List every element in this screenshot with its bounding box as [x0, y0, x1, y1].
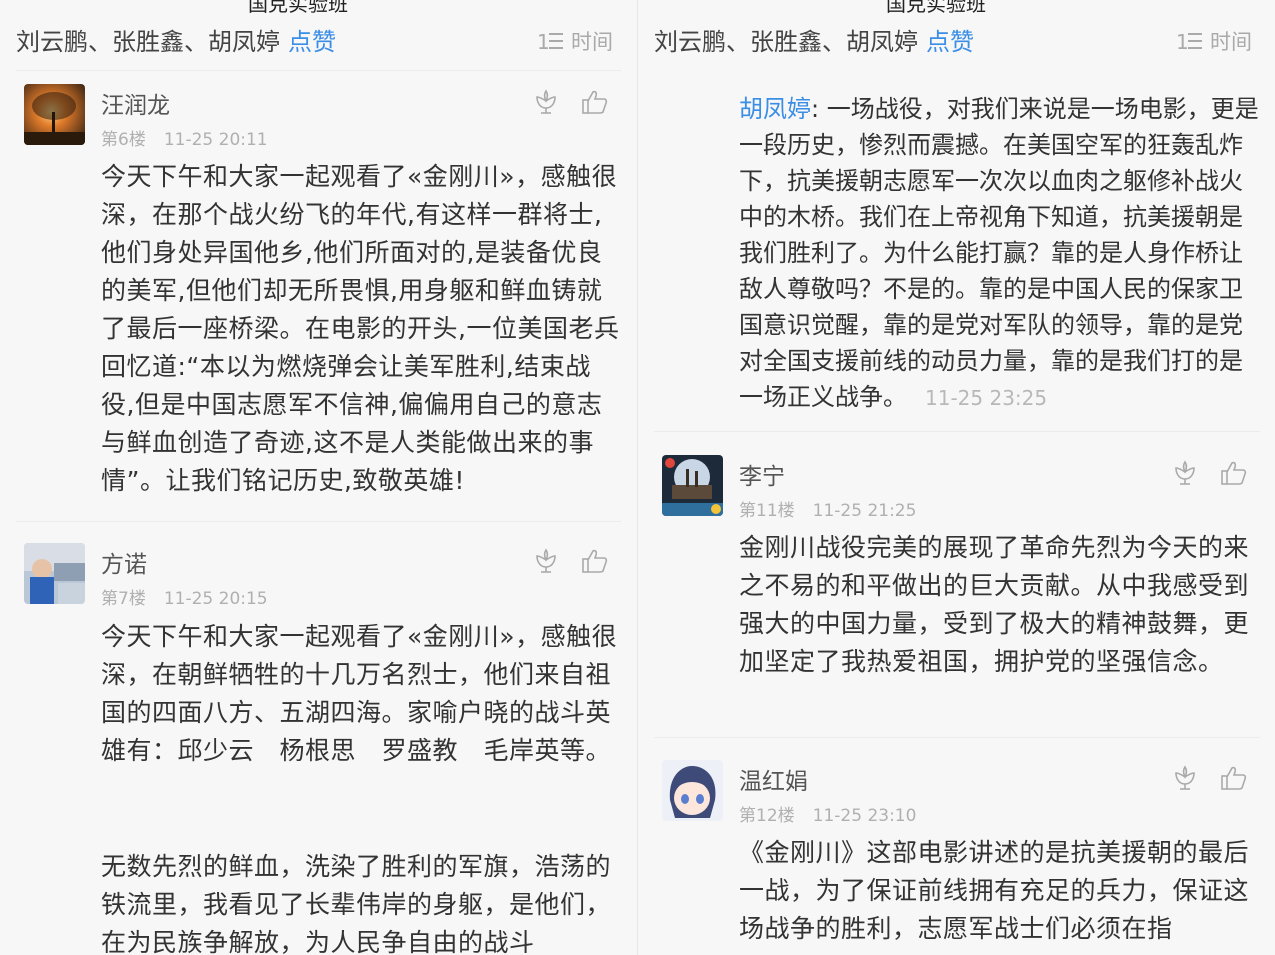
left-panel: 国克实验班 刘云鹏、张胜鑫、胡凤婷 点赞 1 时间 汪润龙 第6楼 11-25 20… — [0, 0, 637, 955]
likes-header: 刘云鹏、张胜鑫、胡凤婷 点赞 1 时间 — [0, 22, 637, 62]
comment-text: 金刚川战役完美的展现了革命先烈为今天的来之不易的和平做出的巨大贡献。从中我感受到… — [739, 533, 1250, 676]
comment-meta: 第7楼 11-25 20:15 — [101, 584, 268, 609]
likers-list: 刘云鹏、张胜鑫、胡凤婷 点赞 — [16, 22, 336, 57]
comment-time: 11-25 20:11 — [163, 130, 268, 150]
comment-author[interactable]: 李宁 — [739, 457, 785, 491]
flower-icon[interactable] — [1172, 764, 1198, 792]
comment-actions — [533, 547, 609, 575]
like-label[interactable]: 点赞 — [926, 28, 974, 56]
floor-number: 第12楼 — [739, 806, 795, 826]
reply-author[interactable]: 胡凤婷 — [739, 95, 811, 123]
avatar[interactable] — [662, 760, 723, 821]
divider — [16, 521, 621, 522]
comment-text-paragraph-2: 无数先烈的鲜血，洗染了胜利的军旗，浩荡的铁流里，我看见了长辈伟岸的身躯，是他们，… — [101, 852, 612, 955]
floor-number: 第6楼 — [101, 130, 146, 150]
likers-list: 刘云鹏、张胜鑫、胡凤婷 点赞 — [654, 22, 974, 57]
thumbs-up-icon[interactable] — [1220, 459, 1248, 487]
likers-names[interactable]: 刘云鹏、张胜鑫、胡凤婷 — [16, 28, 280, 56]
like-label[interactable]: 点赞 — [288, 28, 336, 56]
floor-number: 第7楼 — [101, 589, 146, 609]
divider — [654, 431, 1260, 432]
flower-icon[interactable] — [533, 547, 559, 575]
comment-time: 11-25 21:25 — [812, 501, 917, 521]
avatar[interactable] — [662, 455, 723, 516]
comment-actions — [533, 88, 609, 116]
comment-author[interactable]: 温红娟 — [739, 762, 808, 796]
comment-text: 今天下午和大家一起观看了«金刚川»，感触很深，在朝鲜牺牲的十几万名烈士，他们来自… — [101, 622, 618, 765]
thumbs-up-icon[interactable] — [581, 547, 609, 575]
comment-actions — [1172, 764, 1248, 792]
reply-content: : 一场战役，对我们来说是一场电影，更是一段历史，惨烈而震撼。在美国空军的狂轰乱… — [739, 95, 1259, 411]
comment-meta: 第12楼 11-25 23:10 — [739, 801, 916, 826]
thumbs-up-icon[interactable] — [1220, 764, 1248, 792]
comment-text: 《金刚川》这部电影讲述的是抗美援朝的最后一战，为了保证前线拥有充足的兵力，保证这… — [739, 838, 1250, 943]
sort-label: 时间 — [571, 30, 613, 54]
comment-time: 11-25 20:15 — [163, 589, 268, 609]
svg-text:1: 1 — [1176, 30, 1189, 53]
right-panel: 国克实验班 刘云鹏、张胜鑫、胡凤婷 点赞 1 时间 胡凤婷: 一场战役，对我们来说… — [637, 0, 1275, 955]
sort-button[interactable]: 1 时间 — [537, 26, 613, 56]
sort-lines-icon: 1 — [1176, 29, 1204, 53]
comment-time: 11-25 23:10 — [812, 806, 917, 826]
sort-label: 时间 — [1210, 30, 1252, 54]
likers-names[interactable]: 刘云鹏、张胜鑫、胡凤婷 — [654, 28, 918, 56]
likes-header: 刘云鹏、张胜鑫、胡凤婷 点赞 1 时间 — [638, 22, 1275, 62]
comment-actions — [1172, 459, 1248, 487]
reply-text: 胡凤婷: 一场战役，对我们来说是一场电影，更是一段历史，惨烈而震撼。在美国空军的… — [739, 91, 1259, 416]
cropped-title: 国克实验班 — [248, 0, 348, 16]
avatar[interactable] — [24, 543, 85, 604]
flower-icon[interactable] — [1172, 459, 1198, 487]
comment-meta: 第6楼 11-25 20:11 — [101, 125, 268, 150]
comment-text: 今天下午和大家一起观看了«金刚川»，感触很深，在那个战火纷飞的年代,有这样一群将… — [101, 162, 620, 495]
flower-icon[interactable] — [533, 88, 559, 116]
thumbs-up-icon[interactable] — [581, 88, 609, 116]
avatar[interactable] — [24, 84, 85, 145]
cropped-title: 国克实验班 — [886, 0, 986, 16]
sort-button[interactable]: 1 时间 — [1176, 26, 1252, 56]
floor-number: 第11楼 — [739, 501, 795, 521]
comment-author[interactable]: 方诺 — [101, 545, 147, 579]
divider — [16, 70, 621, 71]
comment-author[interactable]: 汪润龙 — [101, 86, 170, 120]
reply-time: 11-25 23:25 — [925, 386, 1048, 410]
sort-lines-icon: 1 — [537, 29, 565, 53]
divider — [654, 737, 1260, 738]
svg-text:1: 1 — [537, 30, 550, 53]
comment-meta: 第11楼 11-25 21:25 — [739, 496, 916, 521]
